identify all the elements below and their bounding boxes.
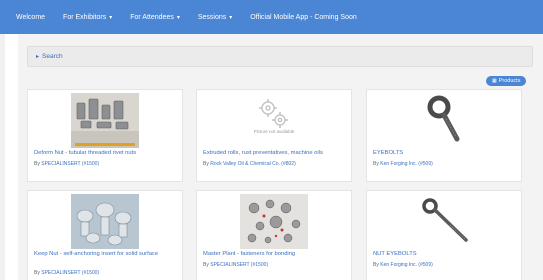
product-byline: By Rock Valley Oil & Chemical Co. (#802): [203, 161, 296, 167]
chevron-down-icon: ▾: [176, 14, 180, 21]
product-byline: By SPECIALINSERT (#1500): [203, 262, 269, 268]
products-badge[interactable]: ▦ Products: [486, 76, 527, 86]
eyebolt-image: [422, 198, 468, 242]
nav-for-attendees[interactable]: For Attendees ▾: [130, 14, 180, 21]
left-edge: [0, 0, 5, 280]
company-link[interactable]: Ken Forging Inc. (#509): [380, 262, 433, 268]
product-card[interactable]: Master Plant - fasteners for bonding By …: [196, 190, 352, 280]
company-link[interactable]: Ken Forging Inc. (#509): [380, 161, 433, 167]
no-image-text: Picture not available: [253, 129, 295, 134]
product-card[interactable]: Picture not available Extruded rolls, ru…: [196, 89, 352, 182]
nav-welcome[interactable]: Welcome: [16, 14, 45, 21]
product-byline: By SPECIALINSERT (#1500): [34, 270, 100, 276]
product-title[interactable]: Keep Nut - self-anchoring insert for sol…: [34, 251, 179, 259]
product-image: [71, 93, 139, 148]
product-byline: By Ken Forging Inc. (#509): [373, 262, 433, 268]
product-image: [71, 194, 139, 249]
search-toggle[interactable]: ▸ Search: [27, 46, 533, 67]
company-link[interactable]: Rock Valley Oil & Chemical Co. (#802): [210, 161, 296, 167]
chevron-right-icon: ▸: [36, 54, 40, 60]
nav-sessions[interactable]: Sessions ▾: [198, 14, 232, 21]
company-link[interactable]: SPECIALINSERT (#1500): [41, 270, 99, 276]
product-card[interactable]: EYEBOLTS By Ken Forging Inc. (#509): [366, 89, 522, 182]
product-byline: By Ken Forging Inc. (#509): [373, 161, 433, 167]
nav-for-exhibitors[interactable]: For Exhibitors ▾: [63, 14, 112, 21]
product-card[interactable]: NUT EYEBOLTS By Ken Forging Inc. (#509): [366, 190, 522, 280]
chevron-down-icon: ▾: [229, 14, 233, 21]
eyebolt-image: [427, 95, 460, 142]
product-card[interactable]: Deform Nut - tubular threaded rivet nuts…: [27, 89, 183, 182]
product-image: [240, 194, 308, 249]
top-nav: Welcome For Exhibitors ▾ For Attendees ▾ S…: [0, 0, 543, 34]
company-link[interactable]: SPECIALINSERT (#1500): [41, 161, 99, 167]
chevron-down-icon: ▾: [109, 14, 113, 21]
main-content: ▸ Search ▦ Products Deform Nut - tubular …: [18, 34, 543, 280]
product-title[interactable]: EYEBOLTS: [373, 150, 518, 158]
product-title[interactable]: Extruded rolls, rust preventatives, mach…: [203, 150, 348, 158]
product-card[interactable]: Keep Nut - self-anchoring insert for sol…: [27, 190, 183, 280]
product-title[interactable]: Deform Nut - tubular threaded rivet nuts: [34, 150, 179, 158]
product-title[interactable]: NUT EYEBOLTS: [373, 251, 518, 259]
gears-icon: [259, 99, 288, 128]
company-link[interactable]: SPECIALINSERT (#1500): [210, 262, 268, 268]
product-byline: By SPECIALINSERT (#1500): [34, 161, 100, 167]
grid-icon: ▦: [492, 78, 497, 84]
product-title[interactable]: Master Plant - fasteners for bonding: [203, 251, 348, 259]
search-label: Search: [42, 53, 63, 60]
nav-mobile-app[interactable]: Official Mobile App - Coming Soon: [250, 14, 356, 21]
